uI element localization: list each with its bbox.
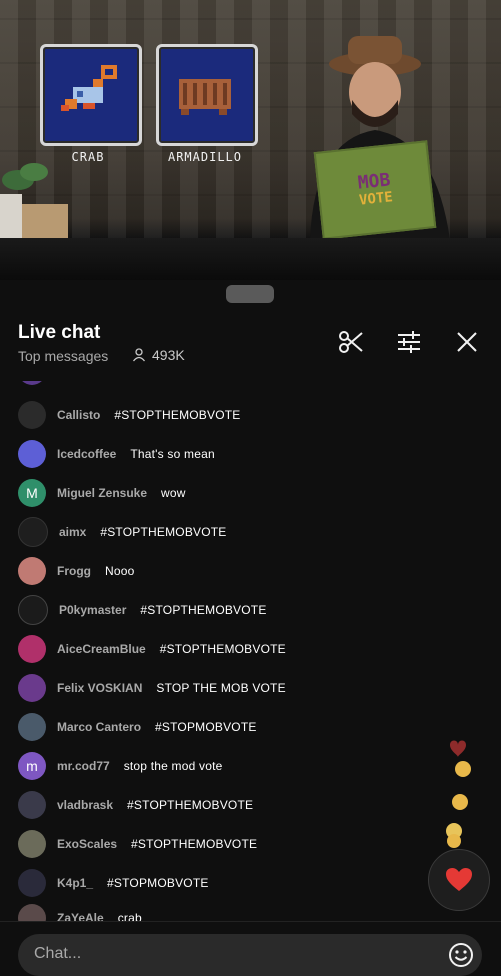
message-author[interactable]: Icedcoffee xyxy=(57,447,116,461)
avatar xyxy=(18,830,46,858)
message-text: #STOPMOBVOTE xyxy=(107,876,209,890)
avatar xyxy=(18,557,46,585)
chat-header: Live chat Top messages 493K xyxy=(0,305,501,380)
chat-input-placeholder: Chat... xyxy=(34,945,82,962)
message-text: #STOPTHEMOBVOTE xyxy=(159,642,286,656)
message-author[interactable]: Callisto xyxy=(57,408,100,422)
send-heart-button[interactable] xyxy=(428,849,490,911)
avatar: m xyxy=(18,752,46,780)
armadillo-icon xyxy=(179,79,231,115)
message-text: #STOPTHEMOBVOTE xyxy=(140,603,267,617)
chat-filter-dropdown[interactable]: Top messages xyxy=(18,348,108,364)
message-text: Nooo xyxy=(105,564,135,578)
message-text: wow xyxy=(161,486,186,500)
message-author[interactable]: Marco Cantero xyxy=(57,720,141,734)
avatar xyxy=(18,713,46,741)
message-text: #STOPTHEMOBVOTE xyxy=(131,837,258,851)
message-text: stop the mod vote xyxy=(123,759,223,773)
avatar xyxy=(18,791,46,819)
plant-decoration xyxy=(0,163,68,242)
armadillo-label: ARMADILLO xyxy=(167,150,243,164)
viewer-count: 493K xyxy=(132,347,185,363)
avatar xyxy=(18,440,46,468)
chat-message[interactable]: K4p1_ #STOPMOBVOTE xyxy=(18,868,209,898)
chat-message[interactable]: Icedcoffee That's so mean xyxy=(18,439,215,469)
avatar xyxy=(18,674,46,702)
message-text: #STOPTHEMOBVOTE xyxy=(114,408,241,422)
message-author[interactable]: Frogg xyxy=(57,564,91,578)
chat-message[interactable]: ZaYeAle crab xyxy=(18,903,142,921)
mob-vote-sign-bottom: VOTE xyxy=(358,189,394,209)
sliders-icon xyxy=(398,331,420,353)
avatar xyxy=(18,517,48,547)
chat-message[interactable]: ExoScales #STOPTHEMOBVOTE xyxy=(18,829,257,859)
floating-reactions xyxy=(446,740,471,848)
studio-desk xyxy=(0,238,501,280)
close-chat-button[interactable] xyxy=(452,327,482,357)
armadillo-vote-card xyxy=(156,44,258,146)
message-author[interactable]: Miguel Zensuke xyxy=(57,486,147,500)
message-author[interactable]: mr.cod77 xyxy=(57,759,110,773)
emoji-icon[interactable] xyxy=(446,940,476,970)
message-text: #STOPTHEMOBVOTE xyxy=(100,525,227,539)
chat-message[interactable]: aimx #STOPTHEMOBVOTE xyxy=(18,517,227,547)
avatar xyxy=(18,904,46,921)
message-text: #STOPTHEMOBVOTE xyxy=(127,798,254,812)
message-text: That's so mean xyxy=(130,447,215,461)
mob-vote-sign: MOB VOTE xyxy=(313,140,437,240)
chat-input-bar: Chat... xyxy=(0,921,501,976)
avatar xyxy=(18,595,48,625)
partial-avatar xyxy=(18,381,46,385)
message-author[interactable]: ZaYeAle xyxy=(57,911,104,921)
message-author[interactable]: aimx xyxy=(59,525,86,539)
message-author[interactable]: ExoScales xyxy=(57,837,117,851)
message-author[interactable]: K4p1_ xyxy=(57,876,93,890)
message-text: crab xyxy=(117,911,142,921)
chat-message[interactable]: M Miguel Zensuke wow xyxy=(18,478,186,508)
crab-vote-card xyxy=(40,44,142,146)
drag-handle[interactable] xyxy=(226,285,274,303)
chat-message-list[interactable]: Callisto #STOPTHEMOBVOTE Icedcoffee That… xyxy=(0,381,501,921)
chat-message[interactable]: Frogg Nooo xyxy=(18,556,135,586)
chat-title: Live chat xyxy=(18,322,101,343)
video-player[interactable]: CRAB ARMADILLO MOB VOTE xyxy=(0,0,501,280)
message-text: STOP THE MOB VOTE xyxy=(156,681,286,695)
message-author[interactable]: AiceCreamBlue xyxy=(57,642,146,656)
chat-settings-button[interactable] xyxy=(394,327,424,357)
avatar xyxy=(18,869,46,897)
avatar: M xyxy=(18,479,46,507)
message-author[interactable]: Felix VOSKIAN xyxy=(57,681,142,695)
chat-message[interactable]: AiceCreamBlue #STOPTHEMOBVOTE xyxy=(18,634,286,664)
avatar xyxy=(18,635,46,663)
chat-input[interactable]: Chat... xyxy=(18,934,482,976)
chat-message[interactable]: m mr.cod77 stop the mod vote xyxy=(18,751,223,781)
crab-icon xyxy=(61,65,117,111)
chat-message[interactable]: vladbrask #STOPTHEMOBVOTE xyxy=(18,790,253,820)
close-icon xyxy=(457,332,477,352)
message-author[interactable]: P0kymaster xyxy=(59,603,126,617)
chat-message[interactable]: Marco Cantero #STOPMOBVOTE xyxy=(18,712,257,742)
person-icon xyxy=(132,348,146,362)
chat-message[interactable]: P0kymaster #STOPTHEMOBVOTE xyxy=(18,595,267,625)
heart-icon xyxy=(446,868,472,891)
clip-button[interactable] xyxy=(336,327,366,357)
message-author[interactable]: vladbrask xyxy=(57,798,113,812)
message-text: #STOPMOBVOTE xyxy=(155,720,257,734)
avatar xyxy=(18,401,46,429)
chat-message[interactable]: Callisto #STOPTHEMOBVOTE xyxy=(18,400,240,430)
viewer-count-value: 493K xyxy=(152,347,185,363)
scissors-icon xyxy=(339,331,363,353)
chat-message[interactable]: Felix VOSKIAN STOP THE MOB VOTE xyxy=(18,673,286,703)
